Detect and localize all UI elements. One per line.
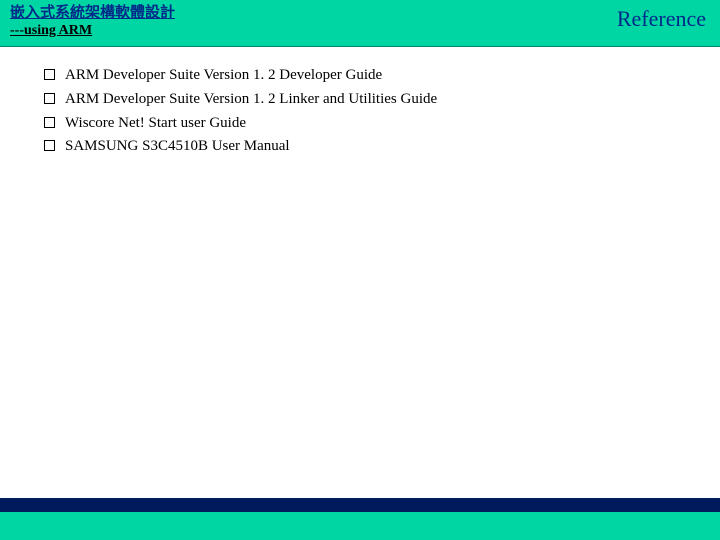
footer-bar (0, 512, 720, 540)
list-item: ARM Developer Suite Version 1. 2 Develop… (44, 65, 690, 87)
square-bullet-icon (44, 140, 55, 151)
bullet-text: ARM Developer Suite Version 1. 2 Linker … (65, 89, 437, 111)
course-title: 嵌入式系統架構軟體設計 (10, 4, 175, 22)
bullet-text: Wiscore Net! Start user Guide (65, 113, 246, 135)
bullet-text: ARM Developer Suite Version 1. 2 Develop… (65, 65, 382, 87)
square-bullet-icon (44, 117, 55, 128)
slide-content: ARM Developer Suite Version 1. 2 Develop… (0, 47, 720, 170)
list-item: ARM Developer Suite Version 1. 2 Linker … (44, 89, 690, 111)
footer-dark-bar (0, 498, 720, 512)
list-item: Wiscore Net! Start user Guide (44, 113, 690, 135)
square-bullet-icon (44, 69, 55, 80)
course-subtitle: ---using ARM (10, 22, 175, 40)
header-left: 嵌入式系統架構軟體設計 ---using ARM (10, 4, 175, 40)
list-item: SAMSUNG S3C4510B User Manual (44, 136, 690, 158)
page-title: Reference (617, 4, 710, 32)
slide-header: 嵌入式系統架構軟體設計 ---using ARM Reference (0, 0, 720, 47)
bullet-text: SAMSUNG S3C4510B User Manual (65, 136, 290, 158)
square-bullet-icon (44, 93, 55, 104)
